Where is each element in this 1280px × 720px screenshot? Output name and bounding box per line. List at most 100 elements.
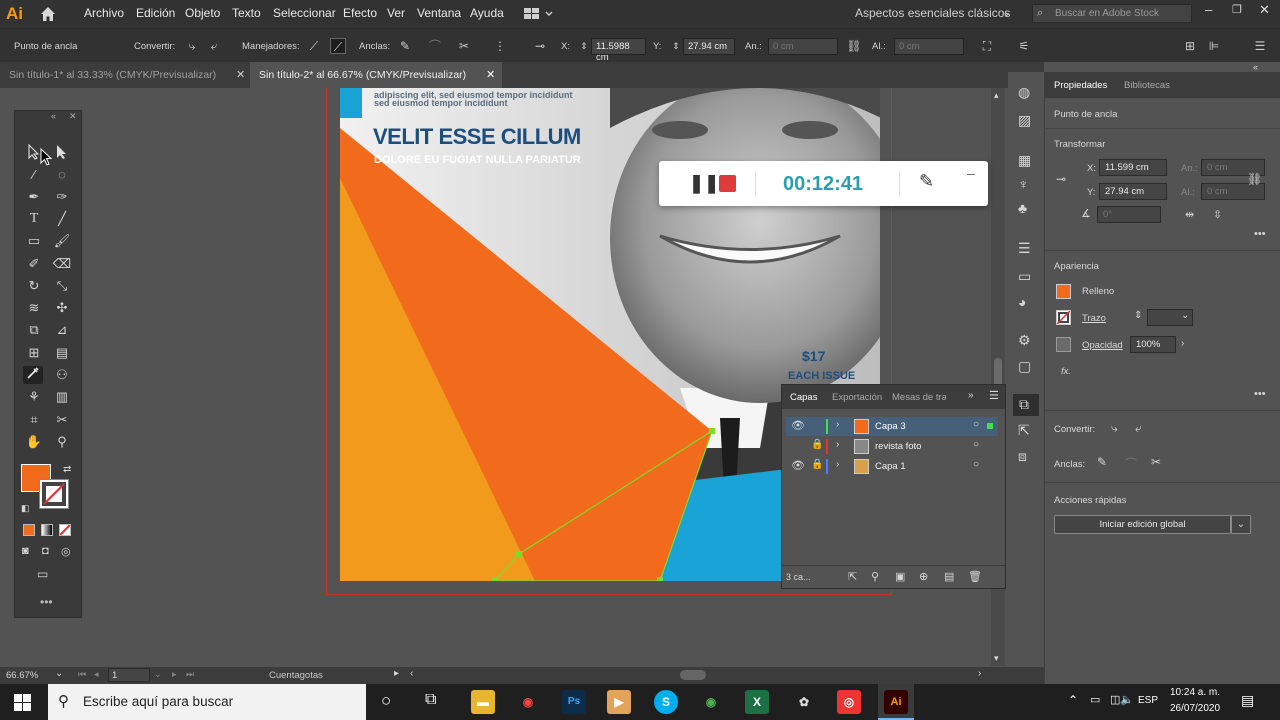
reference-point-icon[interactable]: ⊸ — [532, 38, 548, 54]
document-panel-icon[interactable]: ▨ — [1018, 112, 1031, 129]
default-colors-icon[interactable]: ◧ — [21, 503, 30, 514]
x-field[interactable]: 11.599 cm — [1099, 159, 1167, 176]
notifications-icon[interactable]: ▤ — [1241, 692, 1254, 709]
file-explorer-icon[interactable]: ▬ — [471, 690, 495, 714]
network-icon[interactable]: ◫ — [1110, 693, 1120, 706]
pause-icon[interactable]: ❚❚ — [689, 173, 719, 194]
layer-name[interactable]: revista foto — [875, 441, 921, 452]
media-player-icon[interactable]: ▶ — [607, 690, 631, 714]
column-graph-tool-icon[interactable]: ▥ — [52, 388, 72, 406]
menu-objeto[interactable]: Objeto — [185, 6, 220, 20]
screen-mode-icon[interactable]: ▭ — [37, 567, 48, 581]
color-panel-icon[interactable]: ◍ — [1018, 84, 1030, 101]
tab-artboards[interactable]: Mesas de tra — [892, 392, 946, 403]
close-toolbox-icon[interactable]: ✕ — [69, 111, 77, 122]
previous-artboard-icon[interactable]: ◂ — [94, 669, 99, 680]
home-icon[interactable] — [38, 4, 58, 24]
hide-handles-icon[interactable]: ⟋ — [330, 38, 346, 54]
photoshop-icon[interactable]: Ps — [562, 690, 586, 714]
brushes-panel-icon[interactable]: ♆ — [1018, 176, 1029, 192]
chevron-down-icon[interactable]: ⌄ — [1002, 6, 1011, 19]
anchor-point[interactable] — [657, 577, 663, 581]
blend-tool-icon[interactable]: ⚇ — [52, 366, 72, 384]
opacity-field[interactable]: 100% — [1130, 336, 1176, 353]
flip-vertical-icon[interactable]: ⇳ — [1213, 208, 1222, 221]
tab-export[interactable]: Exportación — [832, 392, 882, 403]
illustrator-taskbar-button[interactable]: Ai — [878, 684, 914, 720]
workspace-switcher[interactable]: Aspectos esenciales clásicos — [855, 6, 1010, 20]
new-sublayer-icon[interactable]: ⊕ — [919, 570, 928, 583]
paintbrush-tool-icon[interactable]: 🖌 — [52, 232, 72, 250]
status-menu-icon[interactable]: ▸ — [394, 668, 399, 679]
zoom-dropdown-icon[interactable]: ⌄ — [55, 668, 63, 679]
appearance-panel-icon[interactable]: ⚙ — [1018, 332, 1031, 349]
eraser-tool-icon[interactable]: ⌫ — [52, 255, 72, 273]
menu-edicion[interactable]: Edición — [136, 6, 175, 20]
more-options-icon[interactable]: ••• — [1254, 388, 1266, 400]
transparency-panel-icon[interactable]: ◕ — [1018, 294, 1026, 310]
gradient-tool-icon[interactable]: ▤ — [52, 344, 72, 362]
stock-search-input[interactable]: ⌕ Buscar en Adobe Stock — [1032, 4, 1192, 23]
magic-wand-tool-icon[interactable]: ⁄ — [24, 166, 44, 184]
reference-point-icon[interactable]: ⊸ — [1056, 172, 1066, 186]
remove-anchor-icon[interactable]: ✎ — [397, 38, 413, 54]
visibility-eye-icon[interactable]: 👁 — [791, 459, 805, 472]
expand-layer-icon[interactable]: › — [836, 459, 839, 470]
show-handles-icon[interactable]: ⟋ — [306, 38, 322, 54]
first-artboard-icon[interactable]: ⏮ — [78, 669, 86, 680]
cut-path-icon[interactable]: ✂ — [456, 38, 472, 54]
draw-inside-icon[interactable]: ◎ — [61, 545, 71, 558]
type-tool-icon[interactable]: T — [24, 210, 44, 228]
expand-layer-icon[interactable]: › — [836, 419, 839, 430]
lasso-tool-icon[interactable]: ◌ — [52, 166, 72, 184]
menu-seleccionar[interactable]: Seleccionar — [273, 6, 336, 20]
rotate-field[interactable]: 0° — [1097, 206, 1161, 223]
chevron-right-icon[interactable]: › — [1181, 338, 1184, 349]
tab-document-1[interactable]: Sin título-1* al 33.33% (CMYK/Previsuali… — [0, 62, 250, 88]
skype-icon[interactable]: S — [654, 690, 678, 714]
layer-name[interactable]: Capa 1 — [875, 461, 906, 472]
delete-layer-icon[interactable]: 🗑 — [968, 570, 982, 583]
visibility-eye-icon[interactable]: 👁 — [791, 419, 805, 432]
lock-icon[interactable]: 🔒 — [811, 439, 823, 450]
slice-tool-icon[interactable]: ✂ — [52, 411, 72, 429]
gradient-panel-icon[interactable]: ▭ — [1018, 268, 1031, 285]
excel-icon[interactable]: X — [745, 690, 769, 714]
stroke-panel-icon[interactable]: ☰ — [1018, 240, 1031, 257]
draw-normal-icon[interactable]: ◙ — [22, 545, 29, 557]
arrange-documents-icon[interactable] — [524, 7, 554, 21]
menu-ayuda[interactable]: Ayuda — [470, 6, 504, 20]
collapse-toolbox-icon[interactable]: « — [51, 111, 56, 121]
task-view-icon[interactable]: ⧉ — [425, 691, 436, 709]
zoom-level[interactable]: 66.67% — [6, 670, 38, 681]
layer-row[interactable]: 👁 🔒 › Capa 1 ○ — [786, 457, 998, 476]
x-field[interactable]: 11.5988 cm — [591, 38, 646, 63]
convert-smooth-icon[interactable]: ⤶ — [206, 38, 222, 54]
anchor-point[interactable] — [709, 428, 715, 434]
anchor-point[interactable] — [516, 551, 522, 557]
stroke-swatch[interactable] — [1056, 310, 1071, 325]
stop-record-icon[interactable] — [719, 175, 736, 192]
menu-ver[interactable]: Ver — [387, 6, 405, 20]
target-circle-icon[interactable]: ○ — [973, 419, 979, 430]
windows-start-icon[interactable] — [14, 694, 31, 711]
h-field[interactable]: 0 cm — [894, 38, 964, 55]
export-panel-icon[interactable]: ⇱ — [1018, 422, 1030, 439]
target-circle-icon[interactable]: ○ — [973, 459, 979, 470]
collect-export-icon[interactable]: ⇱ — [848, 570, 857, 583]
draw-behind-icon[interactable]: ◘ — [42, 545, 49, 557]
restore-icon[interactable]: ❐ — [1232, 3, 1242, 16]
eyedropper-tool-icon[interactable] — [23, 366, 43, 384]
stroke-swatch[interactable] — [39, 479, 69, 509]
fill-swatch[interactable] — [1056, 284, 1071, 299]
draw-pencil-icon[interactable]: ✎ — [919, 171, 934, 192]
puppet-warp-tool-icon[interactable]: ✣ — [52, 299, 72, 317]
global-edit-options-icon[interactable]: ⌄ — [1231, 515, 1251, 534]
chrome-profile-icon[interactable]: ◉ — [699, 690, 723, 714]
scale-tool-icon[interactable]: ⤡ — [52, 277, 72, 295]
expand-layer-icon[interactable]: › — [836, 439, 839, 450]
layer-name[interactable]: Capa 3 — [875, 421, 906, 432]
artboards-panel-icon[interactable]: ⧈ — [1018, 448, 1027, 465]
shaper-tool-icon[interactable]: ✐ — [24, 255, 44, 273]
connect-endpoints-icon[interactable]: ⌒ — [1125, 455, 1137, 472]
